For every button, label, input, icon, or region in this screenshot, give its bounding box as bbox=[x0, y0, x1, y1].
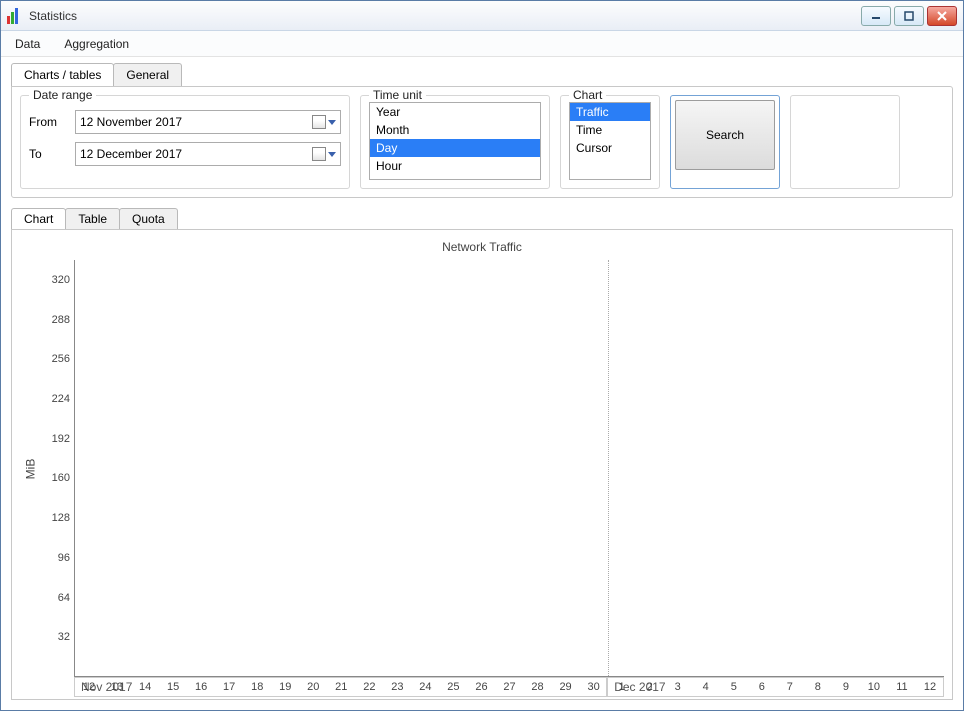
from-date-input[interactable]: 12 November 2017 bbox=[75, 110, 341, 134]
chart-select-list[interactable]: TrafficTimeCursor bbox=[569, 102, 651, 180]
menu-data[interactable]: Data bbox=[15, 37, 40, 51]
list-option[interactable]: Year bbox=[370, 103, 540, 121]
filter-panel: Date range From 12 November 2017 To 12 D… bbox=[11, 86, 953, 198]
month-label: Dec 2017 bbox=[607, 678, 944, 697]
from-date-value: 12 November 2017 bbox=[80, 115, 182, 129]
subtab-quota[interactable]: Quota bbox=[119, 208, 178, 229]
minimize-button[interactable] bbox=[861, 6, 891, 26]
group-date-range: Date range From 12 November 2017 To 12 D… bbox=[20, 95, 350, 189]
group-chart-select: Chart TrafficTimeCursor bbox=[560, 95, 660, 189]
list-option[interactable]: Time bbox=[570, 121, 650, 139]
search-wrapper: Search bbox=[670, 95, 780, 189]
title-bar: Statistics bbox=[1, 1, 963, 31]
y-axis-ticks: 326496128160192224256288320 bbox=[40, 260, 74, 677]
subtab-chart[interactable]: Chart bbox=[11, 208, 66, 229]
list-option[interactable]: Month bbox=[370, 121, 540, 139]
to-date-value: 12 December 2017 bbox=[80, 147, 182, 161]
tab-general[interactable]: General bbox=[113, 63, 182, 86]
menu-aggregation[interactable]: Aggregation bbox=[64, 37, 129, 51]
list-option[interactable]: Hour bbox=[370, 157, 540, 175]
subtab-table[interactable]: Table bbox=[65, 208, 120, 229]
chart-select-legend: Chart bbox=[569, 88, 606, 102]
tab-charts-tables[interactable]: Charts / tables bbox=[11, 63, 114, 86]
calendar-dropdown-icon[interactable] bbox=[312, 115, 336, 129]
chart-frame: Network Traffic MiB 32649612816019222425… bbox=[11, 229, 953, 700]
chart-title: Network Traffic bbox=[20, 236, 944, 260]
group-time-unit: Time unit YearMonthDayHour bbox=[360, 95, 550, 189]
calendar-dropdown-icon[interactable] bbox=[312, 147, 336, 161]
date-range-legend: Date range bbox=[29, 88, 96, 102]
y-axis-label: MiB bbox=[23, 458, 37, 479]
to-label: To bbox=[29, 147, 75, 161]
to-date-input[interactable]: 12 December 2017 bbox=[75, 142, 341, 166]
main-tabstrip: Charts / tables General bbox=[11, 63, 953, 86]
app-icon bbox=[7, 8, 23, 24]
close-button[interactable] bbox=[927, 6, 957, 26]
list-option[interactable]: Cursor bbox=[570, 139, 650, 157]
empty-group bbox=[790, 95, 900, 189]
from-label: From bbox=[29, 115, 75, 129]
menu-bar: Data Aggregation bbox=[1, 31, 963, 57]
maximize-button[interactable] bbox=[894, 6, 924, 26]
sub-tabstrip: Chart Table Quota bbox=[11, 208, 953, 229]
plot-area: 1213141516171819202122232425262728293012… bbox=[74, 260, 944, 677]
search-button[interactable]: Search bbox=[675, 100, 775, 170]
list-option[interactable]: Traffic bbox=[570, 103, 650, 121]
window-title: Statistics bbox=[29, 9, 861, 23]
list-option[interactable]: Day bbox=[370, 139, 540, 157]
time-unit-list[interactable]: YearMonthDayHour bbox=[369, 102, 541, 180]
time-unit-legend: Time unit bbox=[369, 88, 426, 102]
